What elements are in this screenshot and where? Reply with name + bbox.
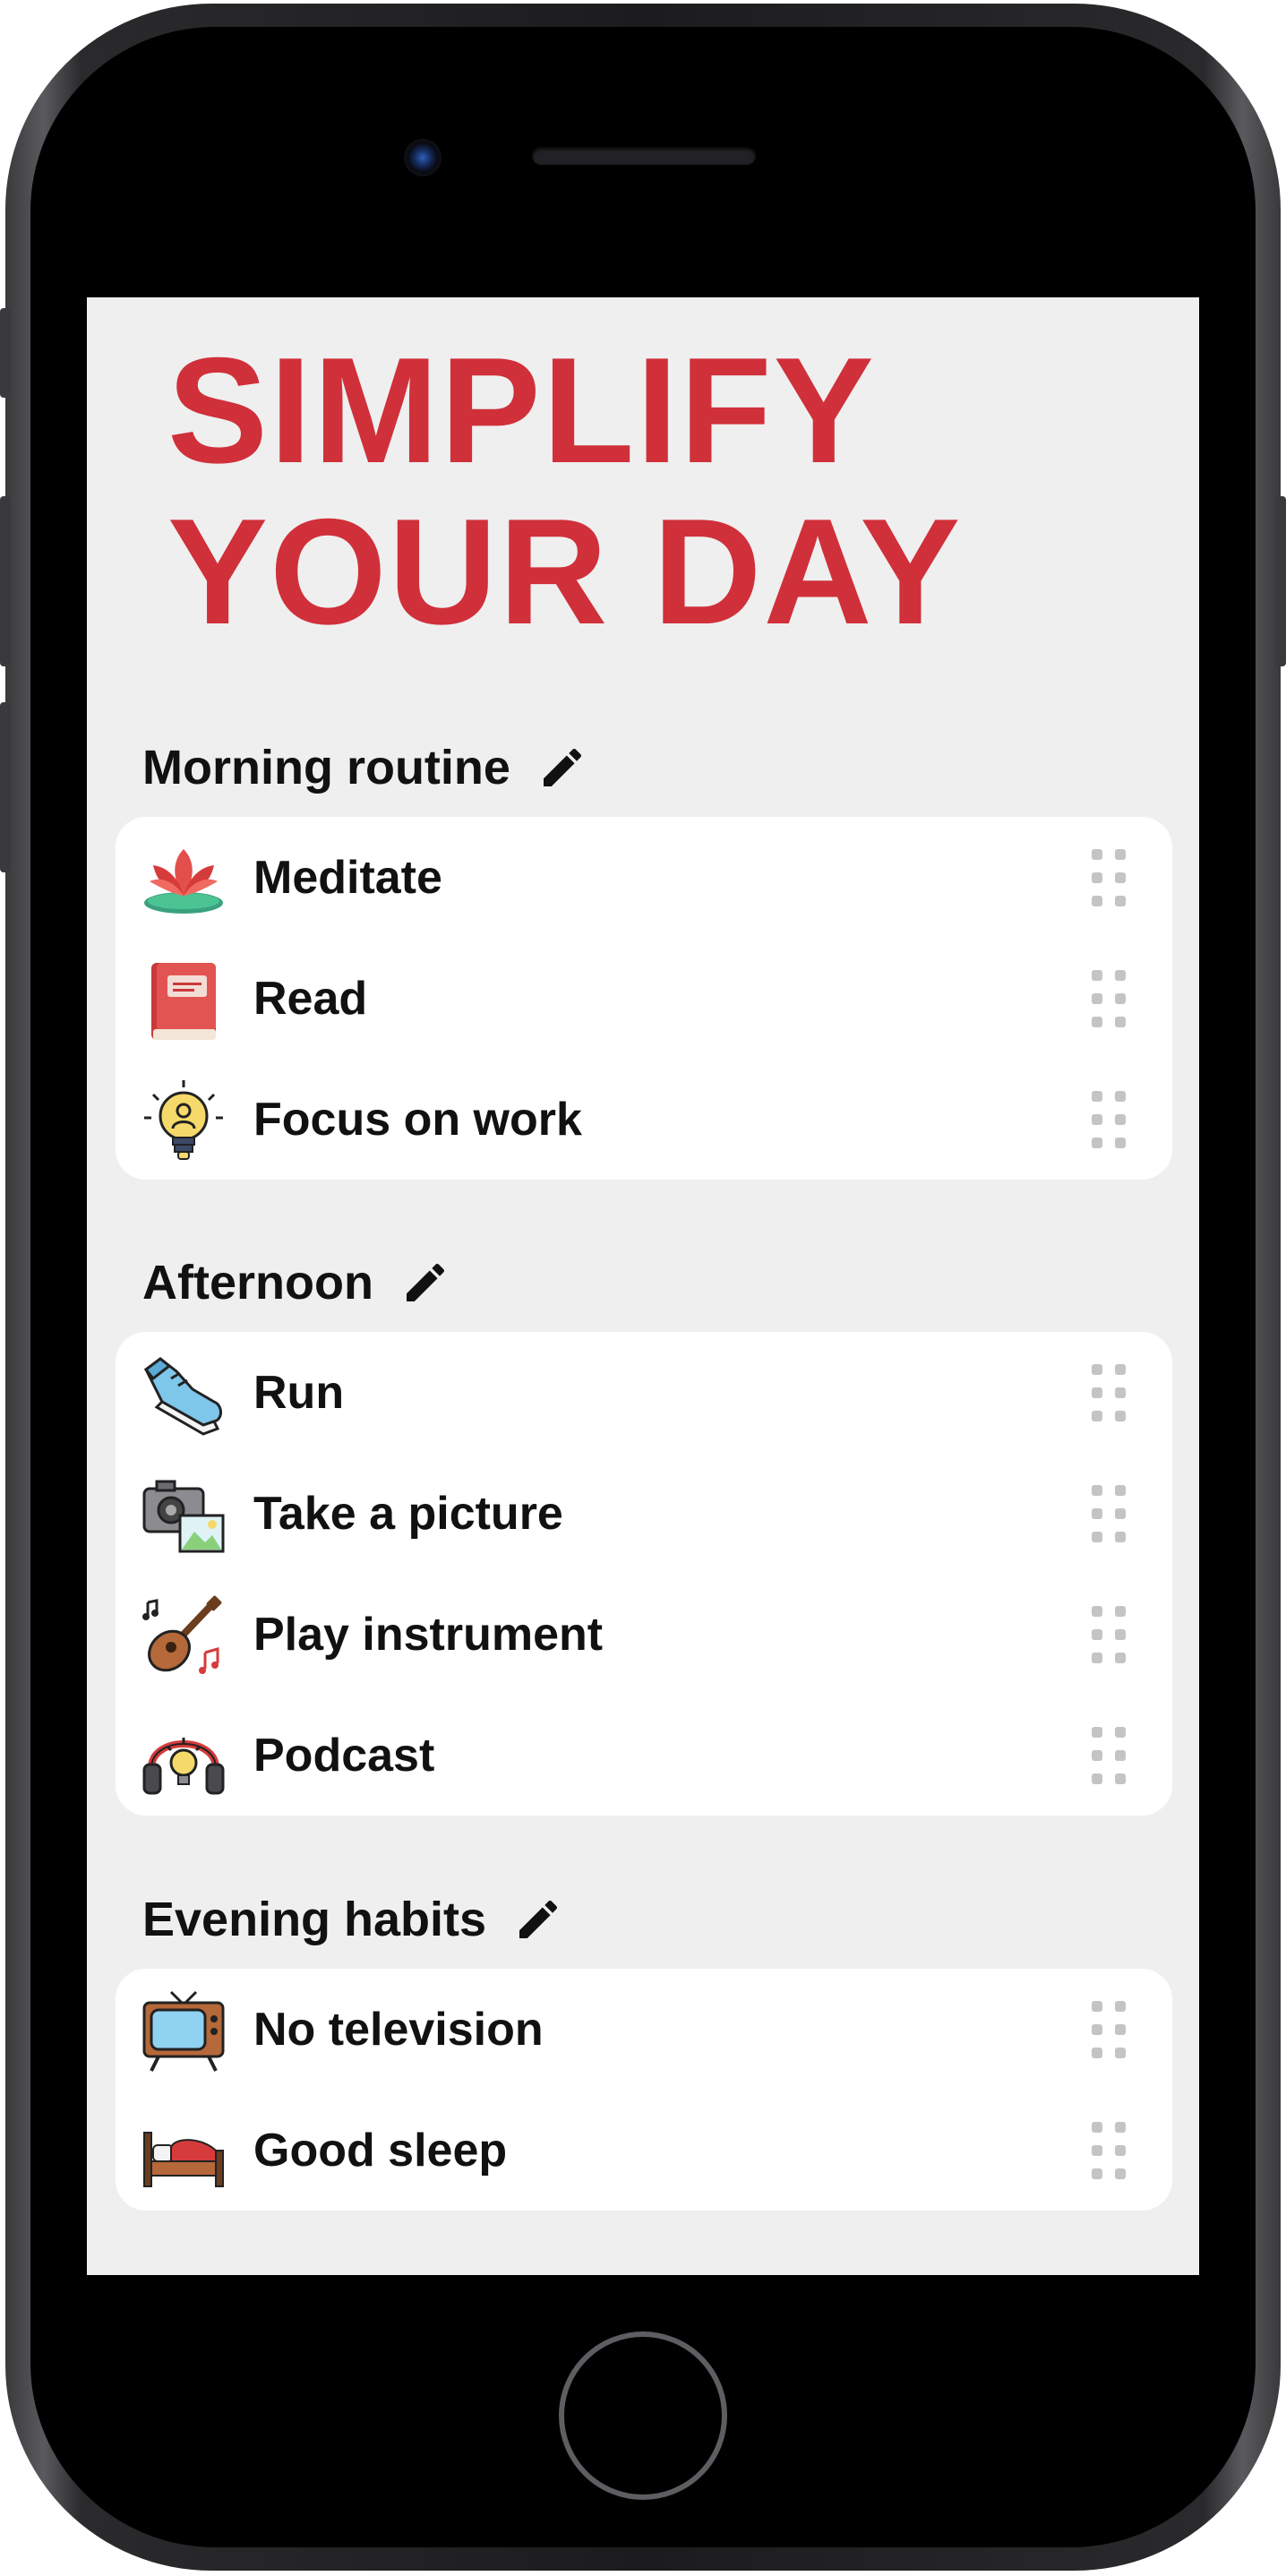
lotus-icon (144, 849, 223, 914)
list-item[interactable]: No television (116, 1969, 1172, 2090)
pencil-icon[interactable] (400, 1258, 450, 1308)
page-title-line-2: YOUR DAY (167, 487, 963, 656)
power-button (1275, 496, 1286, 666)
section-header-evening-habits: Evening habits (142, 1888, 563, 1951)
television-icon (142, 1990, 225, 2072)
list-item-label: Focus on work (253, 1093, 582, 1146)
volume-down-button (0, 702, 11, 872)
section-header-morning-routine: Morning routine (142, 736, 587, 799)
home-button[interactable] (559, 2331, 727, 2500)
task-card-morning-routine: Meditate Read Focus on work (116, 817, 1172, 1180)
drag-handle-icon[interactable] (1090, 1089, 1127, 1150)
section-title: Afternoon (142, 1256, 373, 1309)
app-screen: SIMPLIFY YOUR DAY Morning routine Medita… (87, 297, 1199, 2275)
headphones-icon (142, 1738, 225, 1795)
list-item[interactable]: Read (116, 938, 1172, 1059)
pencil-icon[interactable] (537, 743, 587, 793)
list-item-label: Run (253, 1366, 345, 1419)
book-icon (151, 963, 216, 1040)
drag-handle-icon[interactable] (1090, 1362, 1127, 1423)
page-title-line-1: SIMPLIFY (167, 326, 876, 494)
pencil-icon[interactable] (513, 1894, 563, 1945)
list-item[interactable]: Take a picture (116, 1453, 1172, 1574)
list-item[interactable]: Good sleep (116, 2090, 1172, 2211)
list-item-label: Podcast (253, 1729, 435, 1782)
earpiece-speaker (532, 147, 756, 165)
list-item-label: No television (253, 2003, 544, 2056)
guitar-icon (142, 1595, 222, 1674)
section-title: Evening habits (142, 1893, 487, 1946)
drag-handle-icon[interactable] (1090, 1725, 1127, 1786)
section-header-afternoon: Afternoon (142, 1251, 450, 1314)
camera-icon (142, 1480, 225, 1553)
drag-handle-icon[interactable] (1090, 968, 1127, 1029)
mute-switch (0, 308, 11, 398)
page-title: SIMPLIFY YOUR DAY (167, 330, 962, 652)
drag-handle-icon[interactable] (1090, 2120, 1127, 2181)
list-item[interactable]: Play instrument (116, 1574, 1172, 1695)
sneaker-icon (143, 1357, 222, 1436)
lightbulb-icon (144, 1080, 223, 1160)
list-item-label: Good sleep (253, 2124, 508, 2177)
drag-handle-icon[interactable] (1090, 1483, 1127, 1544)
list-item-label: Take a picture (253, 1487, 563, 1540)
task-card-evening-habits: No television Good sleep (116, 1969, 1172, 2211)
drag-handle-icon[interactable] (1090, 1999, 1127, 2060)
drag-handle-icon[interactable] (1090, 847, 1127, 908)
list-item[interactable]: Podcast (116, 1695, 1172, 1816)
list-item-label: Play instrument (253, 1608, 604, 1661)
bed-icon (143, 2132, 224, 2187)
list-item[interactable]: Run (116, 1332, 1172, 1453)
list-item[interactable]: Focus on work (116, 1059, 1172, 1180)
front-camera (404, 139, 442, 176)
volume-up-button (0, 496, 11, 666)
list-item-label: Meditate (253, 851, 442, 904)
list-item[interactable]: Meditate (116, 817, 1172, 938)
task-card-afternoon: Run Take a picture Play instrument Podca… (116, 1332, 1172, 1816)
list-item-label: Read (253, 972, 368, 1025)
section-title: Morning routine (142, 741, 510, 794)
drag-handle-icon[interactable] (1090, 1604, 1127, 1665)
